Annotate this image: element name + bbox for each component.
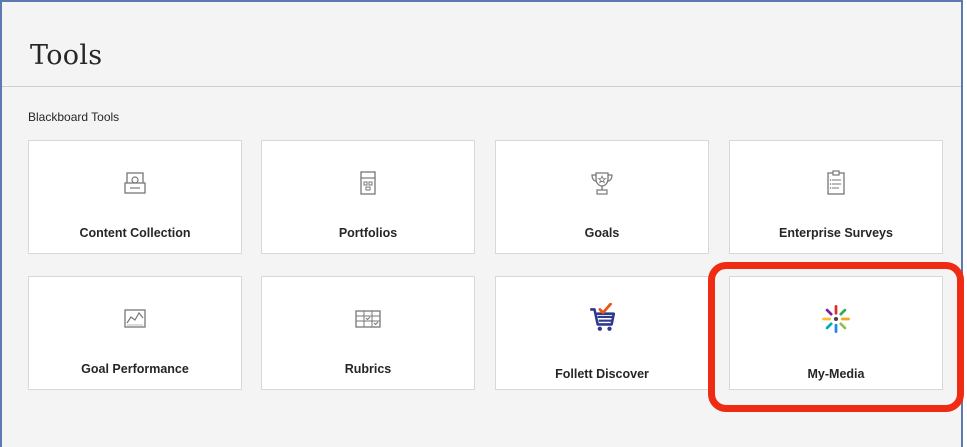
goals-trophy-icon <box>591 172 613 195</box>
page-title: Tools <box>30 40 103 72</box>
section-label: Blackboard Tools <box>28 110 120 124</box>
tools-panel: Tools Blackboard Tools Content Collectio… <box>0 0 963 447</box>
tool-tile-portfolios[interactable]: Portfolios <box>261 140 475 254</box>
tool-tile-enterprise-surveys[interactable]: Enterprise Surveys <box>729 140 943 254</box>
content-collection-icon <box>124 172 146 194</box>
tool-tile-content-collection[interactable]: Content Collection <box>28 140 242 254</box>
tool-tile-goal-performance[interactable]: Goal Performance <box>28 276 242 390</box>
tool-label: Portfolios <box>338 226 398 240</box>
tool-tile-goals[interactable]: Goals <box>495 140 709 254</box>
goal-performance-chart-icon <box>124 309 146 328</box>
tool-label: Goal Performance <box>81 362 189 376</box>
tool-tile-follett-discover[interactable]: Follett Discover <box>495 276 709 390</box>
tool-label: My-Media <box>807 367 865 381</box>
header-divider <box>2 86 961 87</box>
follett-cart-icon <box>590 303 616 331</box>
tool-label: Goals <box>584 226 620 240</box>
tool-label: Enterprise Surveys <box>779 226 893 240</box>
tool-label: Rubrics <box>344 362 392 376</box>
rubrics-grid-icon <box>355 310 381 328</box>
tool-label: Content Collection <box>79 226 191 240</box>
tool-tile-my-media[interactable]: My-Media <box>729 276 943 390</box>
portfolios-icon <box>360 171 376 195</box>
tool-label: Follett Discover <box>555 367 649 381</box>
tool-tile-rubrics[interactable]: Rubrics <box>261 276 475 390</box>
survey-clipboard-icon <box>827 170 845 195</box>
kaltura-starburst-icon <box>822 305 850 333</box>
